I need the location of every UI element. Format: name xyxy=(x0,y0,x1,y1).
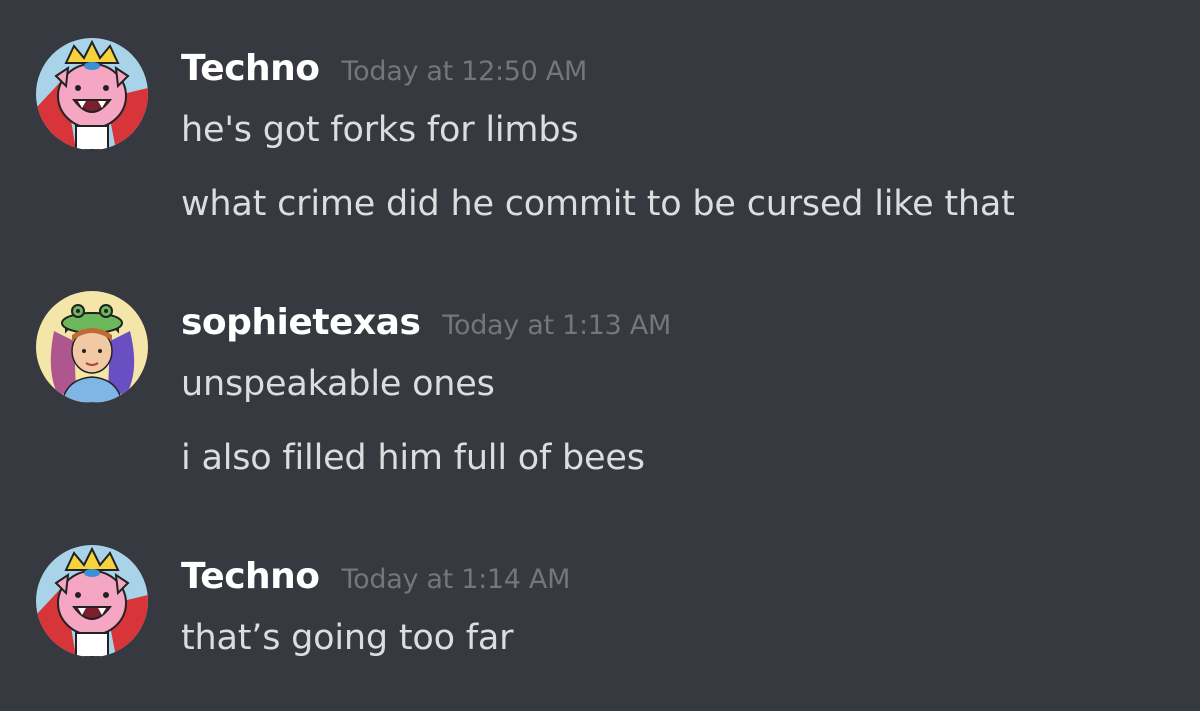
girl-frog-hat-avatar-icon xyxy=(36,291,148,403)
pig-king-avatar-icon xyxy=(36,38,148,150)
timestamp: Today at 1:13 AM xyxy=(442,310,671,341)
message-text: that’s going too far xyxy=(181,618,514,658)
username[interactable]: sophietexas xyxy=(181,302,421,343)
avatar[interactable] xyxy=(36,545,148,657)
message-text: what crime did he commit to be cursed li… xyxy=(181,184,1015,224)
timestamp: Today at 12:50 AM xyxy=(341,56,588,87)
username[interactable]: Techno xyxy=(181,556,320,597)
username[interactable]: Techno xyxy=(181,48,320,89)
avatar[interactable] xyxy=(36,291,148,403)
message-header: Techno Today at 1:14 AM xyxy=(181,556,570,597)
pig-king-avatar-icon xyxy=(36,545,148,657)
timestamp: Today at 1:14 AM xyxy=(341,564,571,595)
message-header: sophietexas Today at 1:13 AM xyxy=(181,302,671,343)
message-text: i also filled him full of bees xyxy=(181,438,645,478)
message-text: unspeakable ones xyxy=(181,364,495,404)
message-text: he's got forks for limbs xyxy=(181,110,579,150)
avatar[interactable] xyxy=(36,38,148,150)
message-header: Techno Today at 12:50 AM xyxy=(181,48,587,89)
